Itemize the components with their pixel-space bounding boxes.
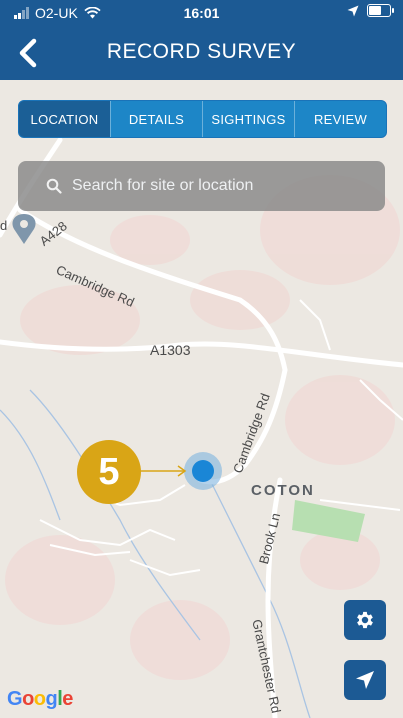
step-number-badge: 5 xyxy=(77,440,141,504)
tab-location[interactable]: LOCATION xyxy=(19,101,110,137)
search-input[interactable]: Search for site or location xyxy=(18,161,385,211)
place-label-coton: COTON xyxy=(251,482,315,499)
tab-sightings[interactable]: SIGHTINGS xyxy=(202,101,294,137)
location-arrow-icon xyxy=(347,5,359,16)
battery-icon xyxy=(367,4,394,17)
page-title: RECORD SURVEY xyxy=(106,40,297,63)
search-placeholder: Search for site or location xyxy=(72,177,254,194)
map-settings-button[interactable] xyxy=(344,600,386,640)
tab-review[interactable]: REVIEW xyxy=(294,101,386,137)
gear-icon xyxy=(357,611,373,629)
step-tabs: LOCATION DETAILS SIGHTINGS REVIEW xyxy=(18,100,387,138)
my-location-button[interactable] xyxy=(344,660,386,700)
search-icon xyxy=(46,178,62,194)
clock: 16:01 xyxy=(183,5,220,21)
road-label-a1303: A1303 xyxy=(150,342,191,358)
callout-arrow xyxy=(140,465,187,477)
status-bar: O2-UK 16:01 xyxy=(0,0,403,26)
place-label-d: d xyxy=(0,218,8,233)
tab-details[interactable]: DETAILS xyxy=(110,101,202,137)
navigation-arrow-icon xyxy=(356,671,374,689)
status-right xyxy=(347,4,394,17)
nav-bar: RECORD SURVEY xyxy=(0,26,403,80)
google-logo: Google xyxy=(7,688,73,710)
